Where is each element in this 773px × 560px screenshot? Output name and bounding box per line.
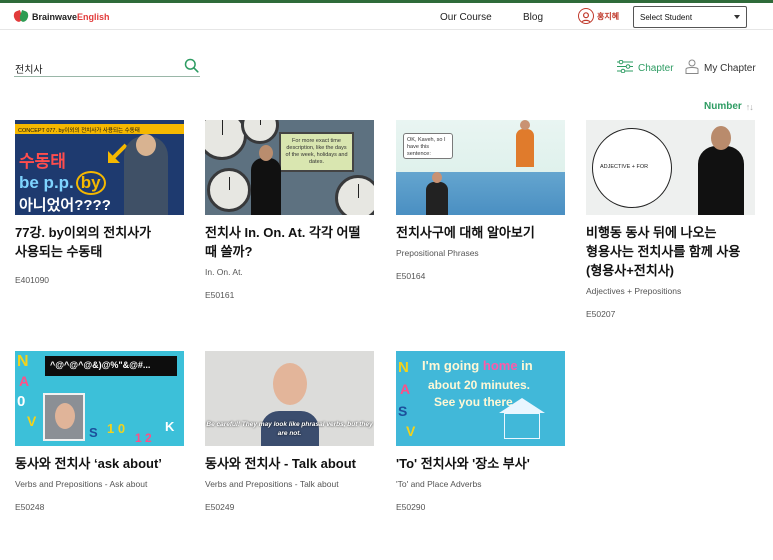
lesson-code: E50161: [205, 290, 235, 300]
lesson-card[interactable]: N A 0 V S 1 0 1 2 K ^@^@^@&)@%"&@#... 동사…: [15, 351, 184, 512]
lesson-title[interactable]: 동사와 전치사 - Talk about: [205, 454, 374, 473]
lesson-code: E50248: [15, 502, 45, 512]
sort-label: Number: [704, 101, 742, 112]
user-name: 홍지혜: [597, 11, 620, 21]
sliders-icon: [617, 59, 633, 76]
sort-arrows-icon: ↑↓: [745, 101, 754, 112]
lesson-card[interactable]: Be careful! They may look like phrasal v…: [205, 351, 374, 512]
lesson-subtitle: In. On. At.: [205, 267, 243, 277]
nav-blog[interactable]: Blog: [523, 12, 543, 23]
chevron-down-icon: [734, 15, 740, 19]
instructor-figure: [698, 126, 744, 215]
lesson-code: E50290: [396, 502, 426, 512]
instructor-photo: [43, 393, 85, 441]
thumbnail-note: For more exact time description, like th…: [279, 132, 354, 172]
search-input[interactable]: 전치사: [15, 61, 43, 76]
lesson-subtitle: 'To' and Place Adverbs: [396, 479, 482, 489]
thumbnail-caption: Be careful! They may look like phrasal v…: [206, 421, 373, 437]
lesson-code: E401090: [15, 275, 50, 285]
brand-logo[interactable]: BrainwaveEnglish: [12, 9, 110, 24]
thumbnail-circle-text: ADJECTIVE + FOR: [600, 164, 649, 170]
lesson-subtitle: Adjectives + Prepositions: [586, 286, 682, 296]
lesson-title[interactable]: 77강. by이외의 전치사가 사용되는 수동태: [15, 223, 184, 261]
speech-bubble: OK, Kaveh, so I have this sentence:: [403, 133, 453, 159]
thumbnail-text: I'm going home in: [422, 358, 533, 373]
clock-illustration: [335, 175, 374, 215]
thumbnail-text: about 20 minutes.: [428, 378, 531, 392]
lesson-thumbnail[interactable]: N A S V I'm going home in about 20 minut…: [396, 351, 565, 446]
lesson-title[interactable]: 전치사 In. On. At. 각각 어떨 때 쓸까?: [205, 223, 374, 261]
lesson-thumbnail[interactable]: OK, Kaveh, so I have this sentence:: [396, 120, 565, 215]
lesson-subtitle: Prepositional Phrases: [396, 248, 479, 258]
user-lock-icon: [685, 59, 699, 77]
lesson-code: E50164: [396, 271, 426, 281]
my-chapter-label: My Chapter: [704, 62, 756, 74]
my-chapter-button[interactable]: My Chapter: [685, 59, 756, 77]
lesson-title[interactable]: 비행동 동사 뒤에 나오는 형용사는 전치사를 함께 사용(형용사+전치사): [586, 223, 755, 280]
instructor-figure: [516, 120, 534, 167]
brainwave-logo-icon: [12, 9, 30, 24]
lesson-thumbnail[interactable]: For more exact time description, like th…: [205, 120, 374, 215]
sort-by-number[interactable]: Number ↑↓: [704, 101, 754, 112]
chapter-filter-label: Chapter: [638, 62, 674, 74]
lesson-thumbnail[interactable]: CONCEPT 077. by이외의 전치사가 사용되는 수동태 수동태 be …: [15, 120, 184, 215]
lesson-title[interactable]: 전치사구에 대해 알아보기: [396, 223, 565, 242]
thumbnail-banner: CONCEPT 077. by이외의 전치사가 사용되는 수동태: [15, 124, 184, 134]
lesson-title[interactable]: 'To' 전치사와 '장소 부사': [396, 454, 565, 473]
lesson-card[interactable]: ADJECTIVE + FOR 비행동 동사 뒤에 나오는 형용사는 전치사를 …: [586, 120, 755, 319]
lesson-subtitle: Verbs and Prepositions - Ask about: [15, 479, 148, 489]
thumbnail-text: 아니었어????: [19, 197, 111, 214]
search-icon[interactable]: [184, 58, 199, 78]
clock-illustration: [241, 120, 279, 144]
chapter-filter-button[interactable]: Chapter: [617, 59, 674, 76]
select-student-dropdown[interactable]: Select Student: [633, 6, 747, 28]
instructor-figure: [426, 172, 448, 215]
thumbnail-text-strip: ^@^@^@&)@%"&@#...: [45, 356, 177, 376]
lesson-card[interactable]: OK, Kaveh, so I have this sentence: 전치사구…: [396, 120, 565, 281]
lesson-code: E50207: [586, 309, 616, 319]
house-icon: [499, 398, 545, 439]
lesson-card[interactable]: CONCEPT 077. by이외의 전치사가 사용되는 수동태 수동태 be …: [15, 120, 184, 285]
brand-name: BrainwaveEnglish: [32, 11, 110, 22]
lesson-thumbnail[interactable]: N A 0 V S 1 0 1 2 K ^@^@^@&)@%"&@#...: [15, 351, 184, 446]
lesson-thumbnail[interactable]: Be careful! They may look like phrasal v…: [205, 351, 374, 446]
lesson-title[interactable]: 동사와 전치사 ‘ask about’: [15, 454, 184, 473]
lesson-code: E50249: [205, 502, 235, 512]
select-student-value: Select Student: [640, 13, 693, 22]
user-avatar-icon: [578, 8, 594, 24]
lesson-subtitle: Verbs and Prepositions - Talk about: [205, 479, 339, 489]
instructor-figure: [251, 145, 281, 215]
instructor-figure: [124, 134, 168, 215]
lesson-thumbnail[interactable]: ADJECTIVE + FOR: [586, 120, 755, 215]
lesson-card[interactable]: N A S V I'm going home in about 20 minut…: [396, 351, 565, 512]
thumbnail-text: be p.p. by: [19, 171, 106, 195]
user-profile[interactable]: 홍지혜: [578, 8, 619, 24]
clock-illustration: [207, 168, 251, 212]
search-box[interactable]: 전치사: [14, 56, 200, 77]
lesson-card[interactable]: For more exact time description, like th…: [205, 120, 374, 300]
nav-our-course[interactable]: Our Course: [440, 12, 492, 23]
top-header: BrainwaveEnglish Our Course Blog 홍지혜 Sel…: [0, 3, 773, 30]
thumbnail-text: 수동태: [19, 152, 66, 171]
